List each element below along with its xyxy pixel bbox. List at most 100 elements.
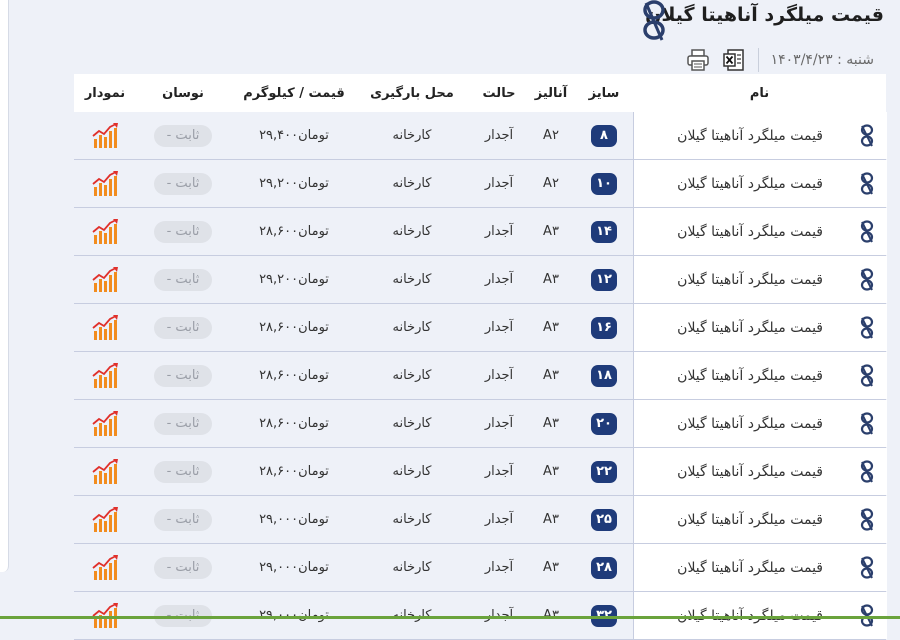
chart-icon[interactable] — [91, 554, 119, 582]
analysis-cell: A۳ — [543, 512, 559, 527]
name-cell: قیمت میلگرد آناهیتا گیلان — [633, 160, 887, 207]
change-cell: ثابت - — [149, 304, 217, 351]
product-name[interactable]: قیمت میلگرد آناهیتا گیلان — [677, 160, 823, 207]
price-cell: ۲۹,۴۰۰تومان — [259, 128, 329, 143]
name-cell: قیمت میلگرد آناهیتا گیلان — [633, 208, 887, 255]
size-badge: ۲۸ — [591, 556, 617, 579]
chart-icon[interactable] — [91, 314, 119, 342]
analysis-cell: A۳ — [543, 416, 559, 431]
product-name[interactable]: قیمت میلگرد آناهیتا گیلان — [677, 448, 823, 495]
brand-logo-icon — [860, 412, 874, 435]
name-cell: قیمت میلگرد آناهیتا گیلان — [633, 544, 887, 591]
size-badge: ۲۰ — [591, 412, 617, 435]
size-cell: ۲۰ — [574, 400, 634, 447]
change-badge: ثابت - — [154, 556, 212, 579]
name-cell: قیمت میلگرد آناهیتا گیلان — [633, 400, 887, 447]
change-badge: ثابت - — [154, 364, 212, 387]
brand-logo-icon — [860, 220, 874, 243]
chart-icon[interactable] — [91, 410, 119, 438]
location-cell: کارخانه — [392, 560, 432, 575]
table-row[interactable]: قیمت میلگرد آناهیتا گیلان ۱۸ A۳ آجدار کارخان… — [74, 352, 887, 400]
chart-cell — [74, 496, 136, 543]
price-cell: ۲۸,۶۰۰تومان — [259, 368, 329, 383]
table-row[interactable]: قیمت میلگرد آناهیتا گیلان ۱۶ A۳ آجدار کارخان… — [74, 304, 887, 352]
state-cell: آجدار — [484, 272, 514, 287]
chart-cell — [74, 400, 136, 447]
chart-cell — [74, 544, 136, 591]
table-body: قیمت میلگرد آناهیتا گیلان ۸ A۲ آجدار کارخانه… — [74, 112, 887, 640]
name-cell: قیمت میلگرد آناهیتا گیلان — [633, 352, 887, 399]
size-cell: ۱۸ — [574, 352, 634, 399]
change-badge: ثابت - — [154, 508, 212, 531]
name-cell: قیمت میلگرد آناهیتا گیلان — [633, 496, 887, 543]
table-row[interactable]: قیمت میلگرد آناهیتا گیلان ۱۴ A۳ آجدار کارخان… — [74, 208, 887, 256]
product-name[interactable]: قیمت میلگرد آناهیتا گیلان — [677, 544, 823, 591]
price-cell: ۲۸,۶۰۰تومان — [259, 320, 329, 335]
location-cell: کارخانه — [392, 128, 432, 143]
product-name[interactable]: قیمت میلگرد آناهیتا گیلان — [677, 256, 823, 303]
product-name[interactable]: قیمت میلگرد آناهیتا گیلان — [677, 496, 823, 543]
chart-icon[interactable] — [91, 170, 119, 198]
change-badge: ثابت - — [154, 124, 212, 147]
brand-logo-icon — [860, 364, 874, 387]
size-badge: ۱۲ — [591, 268, 617, 291]
price-table: نام سایز آنالیز حالت محل بارگیری قیمت / … — [74, 74, 887, 640]
chart-icon[interactable] — [91, 218, 119, 246]
brand-logo-icon — [860, 556, 874, 579]
chart-icon[interactable] — [91, 122, 119, 150]
table-row[interactable]: قیمت میلگرد آناهیتا گیلان ۸ A۲ آجدار کارخانه… — [74, 112, 887, 160]
chart-cell — [74, 112, 136, 159]
change-cell: ثابت - — [149, 112, 217, 159]
size-badge: ۱۶ — [591, 316, 617, 339]
size-badge: ۱۸ — [591, 364, 617, 387]
location-cell: کارخانه — [392, 224, 432, 239]
analysis-cell: A۳ — [543, 560, 559, 575]
state-cell: آجدار — [484, 512, 514, 527]
table-row[interactable]: قیمت میلگرد آناهیتا گیلان ۲۸ A۳ آجدار کارخان… — [74, 544, 887, 592]
change-cell: ثابت - — [149, 544, 217, 591]
size-cell: ۲۵ — [574, 496, 634, 543]
brand-logo-icon — [860, 460, 874, 483]
price-cell: ۲۹,۲۰۰تومان — [259, 176, 329, 191]
change-cell: ثابت - — [149, 256, 217, 303]
change-badge: ثابت - — [154, 268, 212, 291]
date-label: شنبه : ۱۴۰۳/۴/۲۳ — [770, 52, 874, 68]
analysis-cell: A۳ — [543, 368, 559, 383]
product-name[interactable]: قیمت میلگرد آناهیتا گیلان — [677, 304, 823, 351]
brand-logo-icon — [860, 124, 874, 147]
brand-logo-icon — [860, 172, 874, 195]
table-row[interactable]: قیمت میلگرد آناهیتا گیلان ۱۰ A۲ آجدار کارخان… — [74, 160, 887, 208]
table-row[interactable]: قیمت میلگرد آناهیتا گیلان ۲۰ A۳ آجدار کارخان… — [74, 400, 887, 448]
product-name[interactable]: قیمت میلگرد آناهیتا گیلان — [677, 112, 823, 159]
table-row[interactable]: قیمت میلگرد آناهیتا گیلان ۲۲ A۳ آجدار کارخان… — [74, 448, 887, 496]
location-cell: کارخانه — [392, 320, 432, 335]
analysis-cell: A۲ — [543, 128, 559, 143]
change-cell: ثابت - — [149, 400, 217, 447]
header-location: محل بارگیری — [370, 85, 454, 101]
header-name: نام — [749, 85, 770, 101]
price-cell: ۲۹,۲۰۰تومان — [259, 272, 329, 287]
location-cell: کارخانه — [392, 272, 432, 287]
product-name[interactable]: قیمت میلگرد آناهیتا گیلان — [677, 352, 823, 399]
chart-icon[interactable] — [91, 506, 119, 534]
table-row[interactable]: قیمت میلگرد آناهیتا گیلان ۲۵ A۳ آجدار کارخان… — [74, 496, 887, 544]
excel-icon[interactable] — [722, 48, 746, 72]
size-cell: ۱۰ — [574, 160, 634, 207]
analysis-cell: A۳ — [543, 320, 559, 335]
change-badge: ثابت - — [154, 316, 212, 339]
product-name[interactable]: قیمت میلگرد آناهیتا گیلان — [677, 208, 823, 255]
product-name[interactable]: قیمت میلگرد آناهیتا گیلان — [677, 400, 823, 447]
state-cell: آجدار — [484, 224, 514, 239]
page-title: قیمت میلگرد آناهیتا گیلان — [645, 4, 884, 26]
table-row[interactable]: قیمت میلگرد آناهیتا گیلان ۱۲ A۳ آجدار کارخان… — [74, 256, 887, 304]
state-cell: آجدار — [484, 128, 514, 143]
brand-logo-icon — [643, 0, 665, 41]
print-icon[interactable] — [686, 48, 710, 72]
chart-icon[interactable] — [91, 362, 119, 390]
name-cell: قیمت میلگرد آناهیتا گیلان — [633, 448, 887, 495]
chart-icon[interactable] — [91, 266, 119, 294]
analysis-cell: A۳ — [543, 272, 559, 287]
size-cell: ۸ — [574, 112, 634, 159]
chart-icon[interactable] — [91, 458, 119, 486]
change-badge: ثابت - — [154, 460, 212, 483]
